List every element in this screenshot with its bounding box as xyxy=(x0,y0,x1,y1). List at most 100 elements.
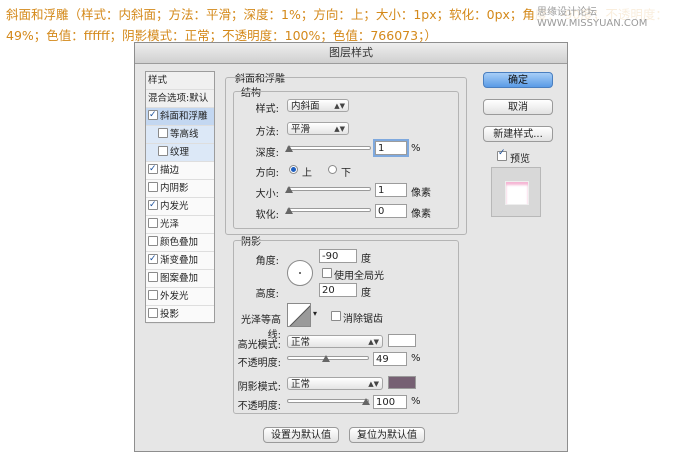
preview-thumbnail xyxy=(505,181,529,205)
soften-input[interactable]: 0 xyxy=(375,204,407,218)
reset-default-button[interactable]: 复位为默认值 xyxy=(349,427,425,443)
technique-select-value: 平滑 xyxy=(291,124,311,135)
angle-unit: 度 xyxy=(361,254,371,265)
direction-down-label: 下 xyxy=(341,168,351,179)
size-slider[interactable] xyxy=(287,187,371,191)
style-item-checkbox[interactable] xyxy=(148,218,158,228)
preview-checkbox[interactable] xyxy=(497,148,507,161)
select-arrows-icon: ▲▼ xyxy=(334,102,345,110)
style-item-label: 颜色叠加 xyxy=(160,237,199,248)
anti-alias-checkbox[interactable] xyxy=(331,311,341,321)
style-item-checkbox[interactable] xyxy=(148,108,158,124)
style-preview xyxy=(491,167,541,217)
style-item[interactable]: 图案叠加 xyxy=(146,270,214,288)
depth-input[interactable]: 1 xyxy=(373,139,409,157)
cancel-button[interactable]: 取消 xyxy=(483,99,553,115)
style-item-checkbox[interactable] xyxy=(148,182,158,192)
depth-slider[interactable] xyxy=(287,146,371,150)
style-item-label: 内阴影 xyxy=(160,183,189,194)
style-item[interactable]: 描边 xyxy=(146,162,214,180)
style-item-label: 图案叠加 xyxy=(160,273,199,284)
highlight-opacity-label: 不透明度: xyxy=(237,358,281,369)
style-item-checkbox[interactable] xyxy=(158,146,168,156)
style-item-label: 光泽 xyxy=(160,219,180,230)
shadow-mode-value: 正常 xyxy=(291,379,311,390)
global-light-label: 使用全局光 xyxy=(334,271,384,282)
style-item[interactable]: 外发光 xyxy=(146,288,214,306)
ok-button[interactable]: 确定 xyxy=(483,72,553,88)
shadow-opacity-knob[interactable] xyxy=(362,398,370,405)
style-item-label: 外发光 xyxy=(160,291,189,302)
direction-down-radio[interactable] xyxy=(328,165,337,174)
style-label: 样式: xyxy=(255,104,279,115)
highlight-mode-select[interactable]: 正常 ▲▼ xyxy=(287,335,383,348)
style-item[interactable]: 斜面和浮雕 xyxy=(146,108,214,126)
highlight-mode-value: 正常 xyxy=(291,337,311,348)
style-item-checkbox[interactable] xyxy=(148,308,158,318)
angle-input[interactable]: -90 xyxy=(319,249,357,263)
style-item-checkbox[interactable] xyxy=(158,128,168,138)
style-item-label: 渐变叠加 xyxy=(160,255,199,266)
highlight-opacity-knob[interactable] xyxy=(322,355,330,362)
highlight-color-swatch[interactable] xyxy=(388,334,416,347)
highlight-mode-label: 高光模式: xyxy=(237,340,281,351)
style-item[interactable]: 内阴影 xyxy=(146,180,214,198)
style-item-checkbox[interactable] xyxy=(148,198,158,214)
preview-label: 预览 xyxy=(510,154,530,165)
shadow-opacity-slider[interactable] xyxy=(287,399,369,403)
soften-slider-knob[interactable] xyxy=(285,207,293,214)
technique-label: 方法: xyxy=(255,127,279,138)
style-item[interactable]: 颜色叠加 xyxy=(146,234,214,252)
global-light-checkbox[interactable] xyxy=(322,268,332,278)
style-item-checkbox[interactable] xyxy=(148,290,158,300)
depth-label: 深度: xyxy=(255,148,279,159)
shadow-color-swatch[interactable] xyxy=(388,376,416,389)
style-item[interactable]: 内发光 xyxy=(146,198,214,216)
technique-select[interactable]: 平滑 ▲▼ xyxy=(287,122,349,135)
style-item-checkbox[interactable] xyxy=(148,252,158,268)
style-item-label: 投影 xyxy=(160,309,180,320)
depth-slider-knob[interactable] xyxy=(285,145,293,152)
style-item[interactable]: 渐变叠加 xyxy=(146,252,214,270)
altitude-input[interactable]: 20 xyxy=(319,283,357,297)
depth-unit: % xyxy=(411,143,421,154)
angle-label: 角度: xyxy=(255,256,279,267)
new-style-button[interactable]: 新建样式... xyxy=(483,126,553,142)
style-select-value: 内斜面 xyxy=(291,101,320,112)
blending-options[interactable]: 混合选项:默认 xyxy=(146,90,214,108)
size-label: 大小: xyxy=(255,189,279,200)
style-item-checkbox[interactable] xyxy=(148,236,158,246)
size-unit: 像素 xyxy=(411,188,431,199)
style-item-label: 纹理 xyxy=(170,147,190,158)
style-item-checkbox[interactable] xyxy=(148,272,158,282)
style-item[interactable]: 等高线 xyxy=(146,126,214,144)
styles-header[interactable]: 样式 xyxy=(146,72,214,90)
altitude-label: 高度: xyxy=(255,289,279,300)
style-item-checkbox[interactable] xyxy=(148,162,158,178)
style-item-label: 等高线 xyxy=(170,129,199,140)
direction-up-radio[interactable] xyxy=(289,165,298,174)
altitude-unit: 度 xyxy=(361,288,371,299)
style-item[interactable]: 光泽 xyxy=(146,216,214,234)
direction-label: 方向: xyxy=(255,168,279,179)
size-slider-knob[interactable] xyxy=(285,186,293,193)
styles-list: 样式 混合选项:默认 斜面和浮雕等高线纹理描边内阴影内发光光泽颜色叠加渐变叠加图… xyxy=(145,71,215,324)
gloss-contour-picker[interactable] xyxy=(287,303,311,327)
highlight-opacity-input[interactable]: 49 xyxy=(373,352,407,366)
contour-dropdown-icon[interactable]: ▾ xyxy=(313,309,317,318)
style-item[interactable]: 投影 xyxy=(146,306,214,324)
shadow-mode-select[interactable]: 正常 ▲▼ xyxy=(287,377,383,390)
style-item[interactable]: 纹理 xyxy=(146,144,214,162)
soften-slider[interactable] xyxy=(287,208,371,212)
select-arrows-icon: ▲▼ xyxy=(334,125,345,133)
contour-curve-icon xyxy=(289,305,310,326)
make-default-button[interactable]: 设置为默认值 xyxy=(263,427,339,443)
size-input[interactable]: 1 xyxy=(375,183,407,197)
style-select[interactable]: 内斜面 ▲▼ xyxy=(287,99,349,112)
select-arrows-icon: ▲▼ xyxy=(368,338,379,346)
angle-dial[interactable] xyxy=(287,260,313,286)
shadow-opacity-input[interactable]: 100 xyxy=(373,395,407,409)
shadow-opacity-unit: % xyxy=(411,396,421,407)
direction-up-label: 上 xyxy=(302,168,312,179)
anti-alias-label: 消除锯齿 xyxy=(343,314,383,325)
